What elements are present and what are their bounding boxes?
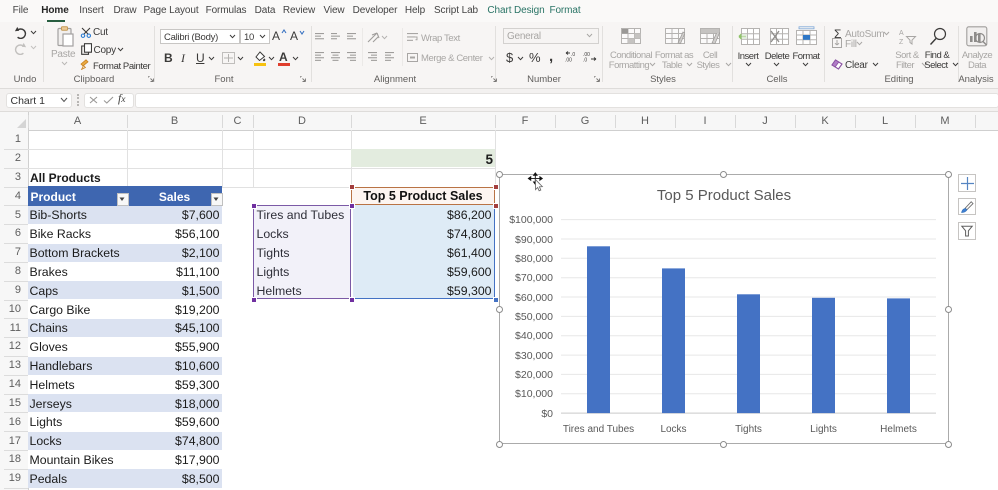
svg-text:.0: .0 bbox=[583, 58, 587, 63]
svg-text:A: A bbox=[899, 30, 904, 37]
svg-text:Z: Z bbox=[899, 39, 904, 45]
svg-text:.00: .00 bbox=[565, 58, 572, 63]
